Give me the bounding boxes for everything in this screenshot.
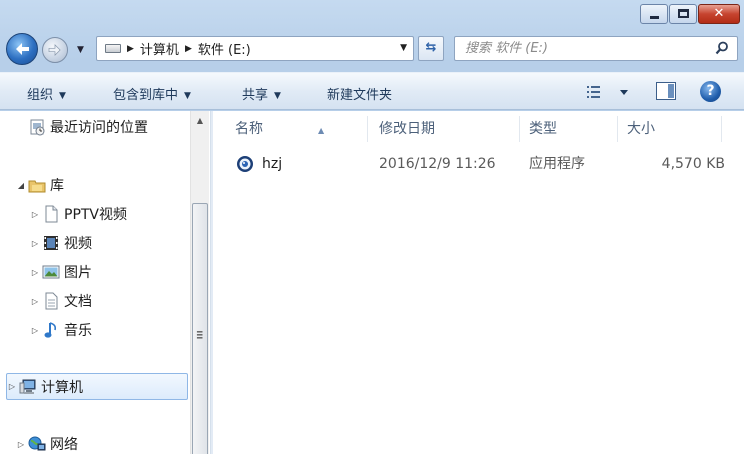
library-icon (28, 176, 46, 194)
column-header-type[interactable]: 类型 (529, 116, 557, 142)
command-bar: 组织 ▼ 包含到库中 ▼ 共享 ▼ 新建文件夹 ? (0, 72, 744, 110)
maximize-icon (678, 9, 689, 18)
minimize-button[interactable] (640, 4, 668, 24)
change-view-button[interactable] (586, 83, 632, 101)
nav-item-label: 图片 (64, 265, 92, 281)
file-list-pane: 名称 ▲ 修改日期 类型 大小 hzj 2016/12/9 11:26 应用程序 … (213, 111, 744, 454)
nav-item-pptv-video[interactable]: ▷ PPTV视频 (30, 202, 127, 226)
nav-item-libraries[interactable]: ◢ 库 (16, 173, 64, 197)
preview-pane-button[interactable] (656, 82, 676, 100)
search-icon[interactable] (715, 41, 729, 55)
picture-icon (42, 263, 60, 281)
video-icon (42, 234, 60, 252)
sort-ascending-icon: ▲ (318, 126, 325, 135)
nav-item-network[interactable]: ▷ 网络 (16, 432, 78, 454)
nav-item-label: 计算机 (41, 379, 83, 396)
chevron-down-icon: ▼ (59, 91, 66, 101)
expand-arrow-icon[interactable]: ▷ (30, 268, 40, 277)
column-header-label: 名称 (235, 121, 263, 137)
application-icon (236, 155, 254, 173)
column-divider[interactable] (367, 116, 368, 142)
expand-arrow-icon[interactable]: ▷ (30, 326, 40, 335)
refresh-icon: ⇆ (425, 40, 437, 55)
include-in-library-button[interactable]: 包含到库中 ▼ (113, 84, 191, 103)
document-icon (42, 205, 60, 223)
expand-arrow-icon[interactable]: ▷ (30, 239, 40, 248)
column-header-size[interactable]: 大小 (627, 116, 655, 142)
recent-places-icon (28, 118, 46, 136)
search-box (454, 36, 738, 61)
maximize-button[interactable] (669, 4, 697, 24)
address-history-dropdown[interactable]: ▼ (400, 43, 407, 53)
include-library-label: 包含到库中 (113, 88, 179, 103)
expand-arrow-icon[interactable]: ▷ (30, 297, 40, 306)
network-icon (28, 435, 46, 453)
nav-item-pictures[interactable]: ▷ 图片 (30, 260, 92, 284)
content-area: 最近访问的位置 ◢ 库 ▷ PPTV视频 ▷ 视频 ▷ 图片 ▷ 文档 ▷ 音乐… (0, 111, 744, 454)
column-divider[interactable] (617, 116, 618, 142)
nav-item-label: 网络 (50, 437, 78, 453)
nav-item-computer[interactable]: ▷ 计算机 (6, 373, 188, 400)
close-icon: ✕ (713, 6, 725, 21)
expand-arrow-icon[interactable]: ▷ (30, 210, 40, 219)
nav-item-music[interactable]: ▷ 音乐 (30, 318, 92, 342)
address-bar[interactable]: ▶ 计算机 ▶ 软件 (E:) ▼ (96, 36, 414, 61)
nav-item-documents[interactable]: ▷ 文档 (30, 289, 92, 313)
expand-arrow-icon[interactable]: ▷ (7, 382, 17, 391)
breadcrumb-separator-icon[interactable]: ▶ (127, 44, 134, 54)
column-divider[interactable] (721, 116, 722, 142)
share-label: 共享 (242, 88, 269, 103)
explorer-window: ✕ ▼ ▶ 计算机 ▶ 软件 (E:) ▼ ⇆ 组织 ▼ 包含到库中 ▼ 共享 ▼ 新… (0, 0, 744, 454)
minimize-icon (650, 16, 659, 19)
nav-item-label: 最近访问的位置 (50, 120, 148, 136)
back-button[interactable] (6, 33, 38, 65)
share-button[interactable]: 共享 ▼ (242, 84, 281, 103)
collapse-arrow-icon[interactable]: ◢ (16, 181, 26, 190)
new-folder-button[interactable]: 新建文件夹 (327, 84, 392, 103)
grip-icon: ━ ━ ━ (197, 328, 203, 344)
search-input[interactable] (455, 37, 695, 60)
file-size: 4,570 KB (661, 156, 725, 172)
nav-item-recent-places[interactable]: 最近访问的位置 (28, 115, 148, 139)
nav-item-videos[interactable]: ▷ 视频 (30, 231, 92, 255)
column-header-name[interactable]: 名称 ▲ (235, 116, 375, 142)
column-header-modified[interactable]: 修改日期 (379, 116, 435, 142)
column-divider[interactable] (519, 116, 520, 142)
breadcrumb-drive-e[interactable]: 软件 (E:) (198, 39, 251, 58)
chevron-down-icon: ▼ (274, 91, 281, 101)
music-icon (42, 321, 60, 339)
forward-button[interactable] (42, 37, 68, 63)
nav-item-label: 文档 (64, 294, 92, 310)
view-options-icon (587, 86, 628, 98)
file-name: hzj (262, 156, 283, 172)
refresh-button[interactable]: ⇆ (418, 36, 444, 61)
caption-buttons: ✕ (639, 4, 740, 26)
scrollbar-thumb[interactable]: ━ ━ ━ (192, 203, 208, 454)
breadcrumb-computer[interactable]: 计算机 (140, 39, 179, 58)
forward-arrow-icon (48, 44, 61, 56)
back-arrow-icon (16, 43, 29, 55)
nav-item-label: 音乐 (64, 323, 92, 339)
organize-button[interactable]: 组织 ▼ (27, 84, 66, 103)
help-button[interactable]: ? (700, 81, 721, 102)
file-modified-date: 2016/12/9 11:26 (379, 156, 496, 172)
breadcrumb-separator-icon[interactable]: ▶ (185, 44, 192, 54)
scroll-up-arrow-icon[interactable]: ▲ (191, 113, 209, 129)
computer-icon (19, 378, 37, 396)
drive-icon (105, 44, 121, 53)
close-button[interactable]: ✕ (698, 4, 740, 24)
expand-arrow-icon[interactable]: ▷ (16, 440, 26, 449)
nav-item-label: 库 (50, 178, 64, 194)
navigation-pane-scrollbar[interactable]: ▲ ━ ━ ━ (190, 111, 209, 454)
nav-item-label: 视频 (64, 236, 92, 252)
file-row[interactable]: hzj 2016/12/9 11:26 应用程序 4,570 KB (226, 151, 732, 177)
navigation-pane: 最近访问的位置 ◢ 库 ▷ PPTV视频 ▷ 视频 ▷ 图片 ▷ 文档 ▷ 音乐… (0, 111, 210, 454)
file-type: 应用程序 (529, 156, 585, 172)
document-icon (42, 292, 60, 310)
navigation-bar: ▼ ▶ 计算机 ▶ 软件 (E:) ▼ ⇆ (0, 32, 744, 66)
chevron-down-icon: ▼ (184, 91, 191, 101)
recent-pages-dropdown[interactable]: ▼ (77, 45, 84, 55)
organize-label: 组织 (27, 88, 54, 103)
nav-item-label: PPTV视频 (64, 207, 128, 223)
